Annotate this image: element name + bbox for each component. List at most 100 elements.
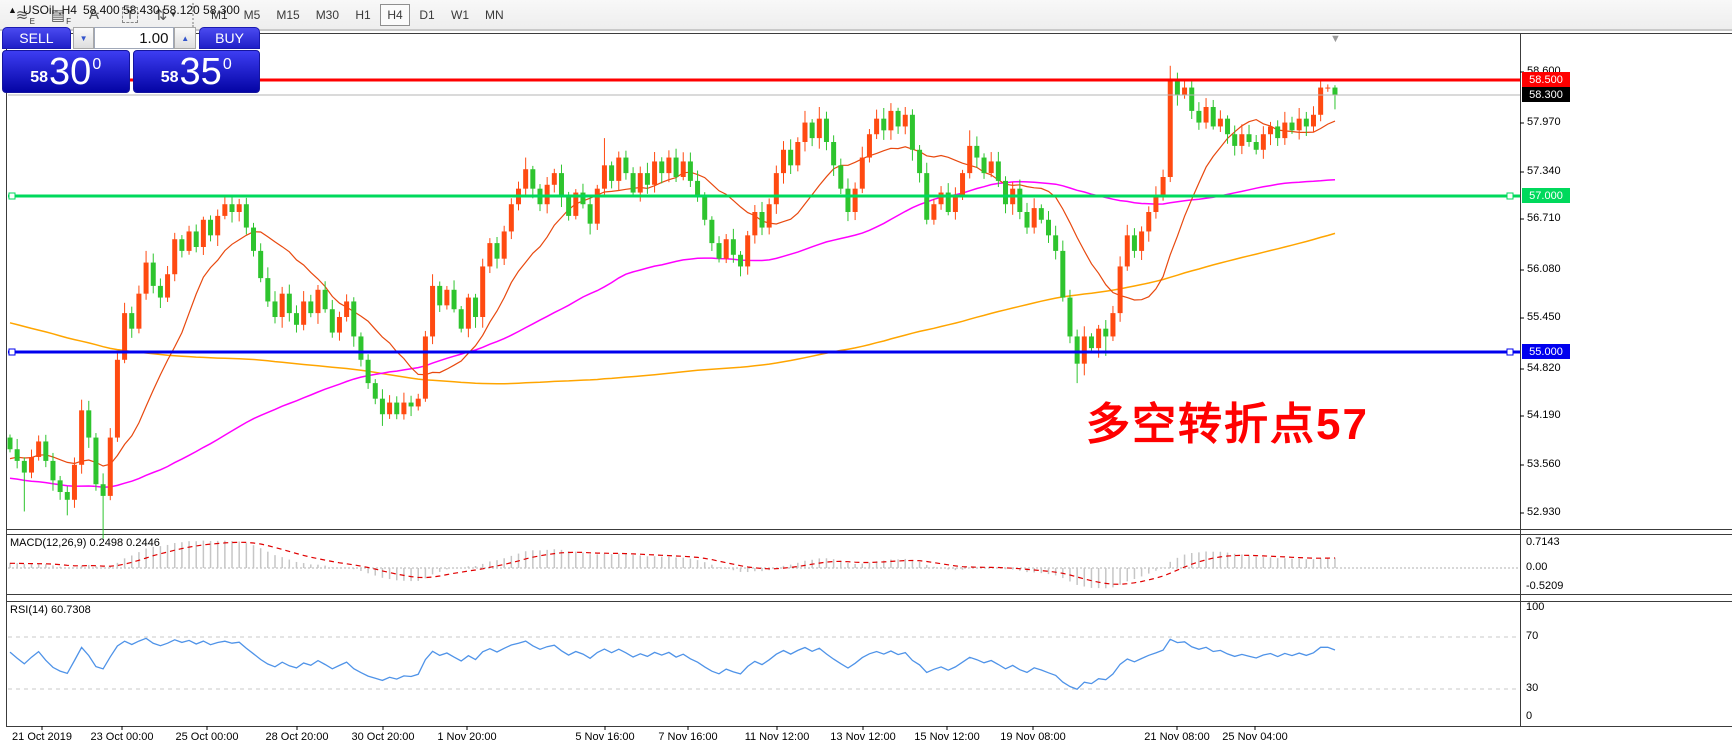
- candle-body: [623, 158, 628, 174]
- hline-handle[interactable]: [1507, 349, 1513, 355]
- time-axis-label: 21 Nov 08:00: [1144, 731, 1209, 743]
- candle-body: [853, 189, 858, 212]
- buy-price-point: 0: [223, 57, 232, 73]
- candle-body: [917, 150, 922, 173]
- volume-decrease-button[interactable]: ▼: [73, 27, 95, 49]
- candle-body: [1161, 177, 1166, 196]
- candle-body: [495, 243, 500, 259]
- time-axis-label: 11 Nov 12:00: [745, 731, 810, 743]
- candle-body: [459, 309, 464, 328]
- candle-body: [473, 298, 478, 317]
- candle-body: [953, 196, 958, 212]
- hline-handle[interactable]: [1507, 193, 1513, 199]
- candle-body: [351, 301, 356, 336]
- candle-body: [788, 150, 793, 166]
- candle-body: [874, 119, 879, 135]
- price-badge-58-300: 58.300: [1522, 87, 1570, 102]
- sell-button[interactable]: SELL: [2, 27, 71, 49]
- candle-body: [29, 457, 34, 473]
- candle-body: [831, 142, 836, 165]
- candle-body: [158, 286, 163, 298]
- candle-body: [423, 336, 428, 398]
- buy-button[interactable]: BUY: [199, 27, 260, 49]
- candle-body: [208, 220, 213, 236]
- candle-body: [280, 294, 285, 317]
- rsi-indicator-label: RSI(14) 60.7308: [10, 604, 91, 616]
- macd-signal-line: [10, 542, 1335, 584]
- time-axis-label: 1 Nov 20:00: [437, 731, 496, 743]
- candle-body: [50, 461, 55, 480]
- candle-body: [1182, 88, 1187, 96]
- candle-body: [1032, 208, 1037, 227]
- candle-body: [344, 301, 349, 317]
- candle-body: [337, 317, 342, 333]
- candle-body: [373, 383, 378, 399]
- candle-body: [294, 313, 299, 325]
- candle-body: [430, 286, 435, 337]
- candle-body: [72, 465, 77, 500]
- candle-body: [1046, 220, 1051, 236]
- candle-body: [931, 204, 936, 220]
- hline-handle[interactable]: [9, 349, 15, 355]
- candle-body: [1017, 189, 1022, 212]
- candle-body: [989, 161, 994, 173]
- candle-body: [230, 204, 235, 212]
- candle-body: [745, 235, 750, 266]
- candle-body: [903, 115, 908, 127]
- candle-body: [666, 158, 671, 174]
- candle-body: [695, 181, 700, 197]
- time-axis-label: 13 Nov 12:00: [830, 731, 895, 743]
- candle-body: [1118, 266, 1123, 313]
- volume-input[interactable]: [94, 27, 174, 49]
- hline-handle[interactable]: [9, 193, 15, 199]
- candle-body: [437, 286, 442, 305]
- candle-body: [201, 220, 206, 247]
- candle-body: [896, 111, 901, 127]
- ma-180-line: [10, 233, 1335, 383]
- candle-body: [996, 161, 1001, 180]
- chart-text-annotation[interactable]: 多空转折点57: [1086, 388, 1369, 452]
- candle-body: [817, 119, 822, 138]
- macd-axis-label: 0.7143: [1526, 536, 1560, 548]
- rsi-axis-label: 70: [1526, 630, 1538, 642]
- candle-body: [738, 255, 743, 267]
- sell-price-display[interactable]: 58 30 0: [2, 50, 130, 93]
- candle-body: [1225, 119, 1230, 135]
- candle-body: [824, 119, 829, 142]
- chart-title: ▲ USOil-,H4 58.400 58.430 58.120 58.300: [8, 3, 240, 17]
- candle-body: [452, 290, 457, 309]
- candle-body: [265, 278, 270, 301]
- candle-body: [881, 119, 886, 131]
- candle-body: [394, 403, 399, 415]
- chart-canvas[interactable]: [0, 0, 1732, 748]
- candle-body: [1060, 251, 1065, 298]
- candle-body: [79, 410, 84, 464]
- candle-body: [509, 204, 514, 231]
- candle-body: [1289, 123, 1294, 131]
- candle-body: [795, 142, 800, 165]
- price-axis-label: 52.930: [1527, 506, 1561, 518]
- time-axis-label: 19 Nov 08:00: [1000, 731, 1065, 743]
- price-axis-label: 55.450: [1527, 311, 1561, 323]
- candle-body: [1075, 336, 1080, 363]
- rsi-axis-label: 100: [1526, 601, 1544, 613]
- candle-body: [251, 228, 256, 251]
- candle-body: [674, 158, 679, 177]
- volume-increase-button[interactable]: ▲: [174, 27, 196, 49]
- price-axis-label: 57.970: [1527, 116, 1561, 128]
- candle-body: [810, 123, 815, 139]
- price-badge-55-000: 55.000: [1522, 344, 1570, 359]
- candle-body: [272, 301, 277, 317]
- rsi-axis-label: 30: [1526, 682, 1538, 694]
- chart-ohlc-values: 58.400 58.430 58.120 58.300: [83, 3, 240, 17]
- buy-price-display[interactable]: 58 35 0: [133, 50, 261, 93]
- candle-body: [1247, 134, 1252, 142]
- candle-body: [1304, 119, 1309, 127]
- candle-body: [416, 399, 421, 407]
- candle-body: [308, 301, 313, 313]
- price-axis-label: 54.190: [1527, 409, 1561, 421]
- candle-body: [1282, 123, 1287, 139]
- candle-body: [559, 173, 564, 196]
- candle-body: [588, 204, 593, 223]
- candle-body: [101, 484, 106, 496]
